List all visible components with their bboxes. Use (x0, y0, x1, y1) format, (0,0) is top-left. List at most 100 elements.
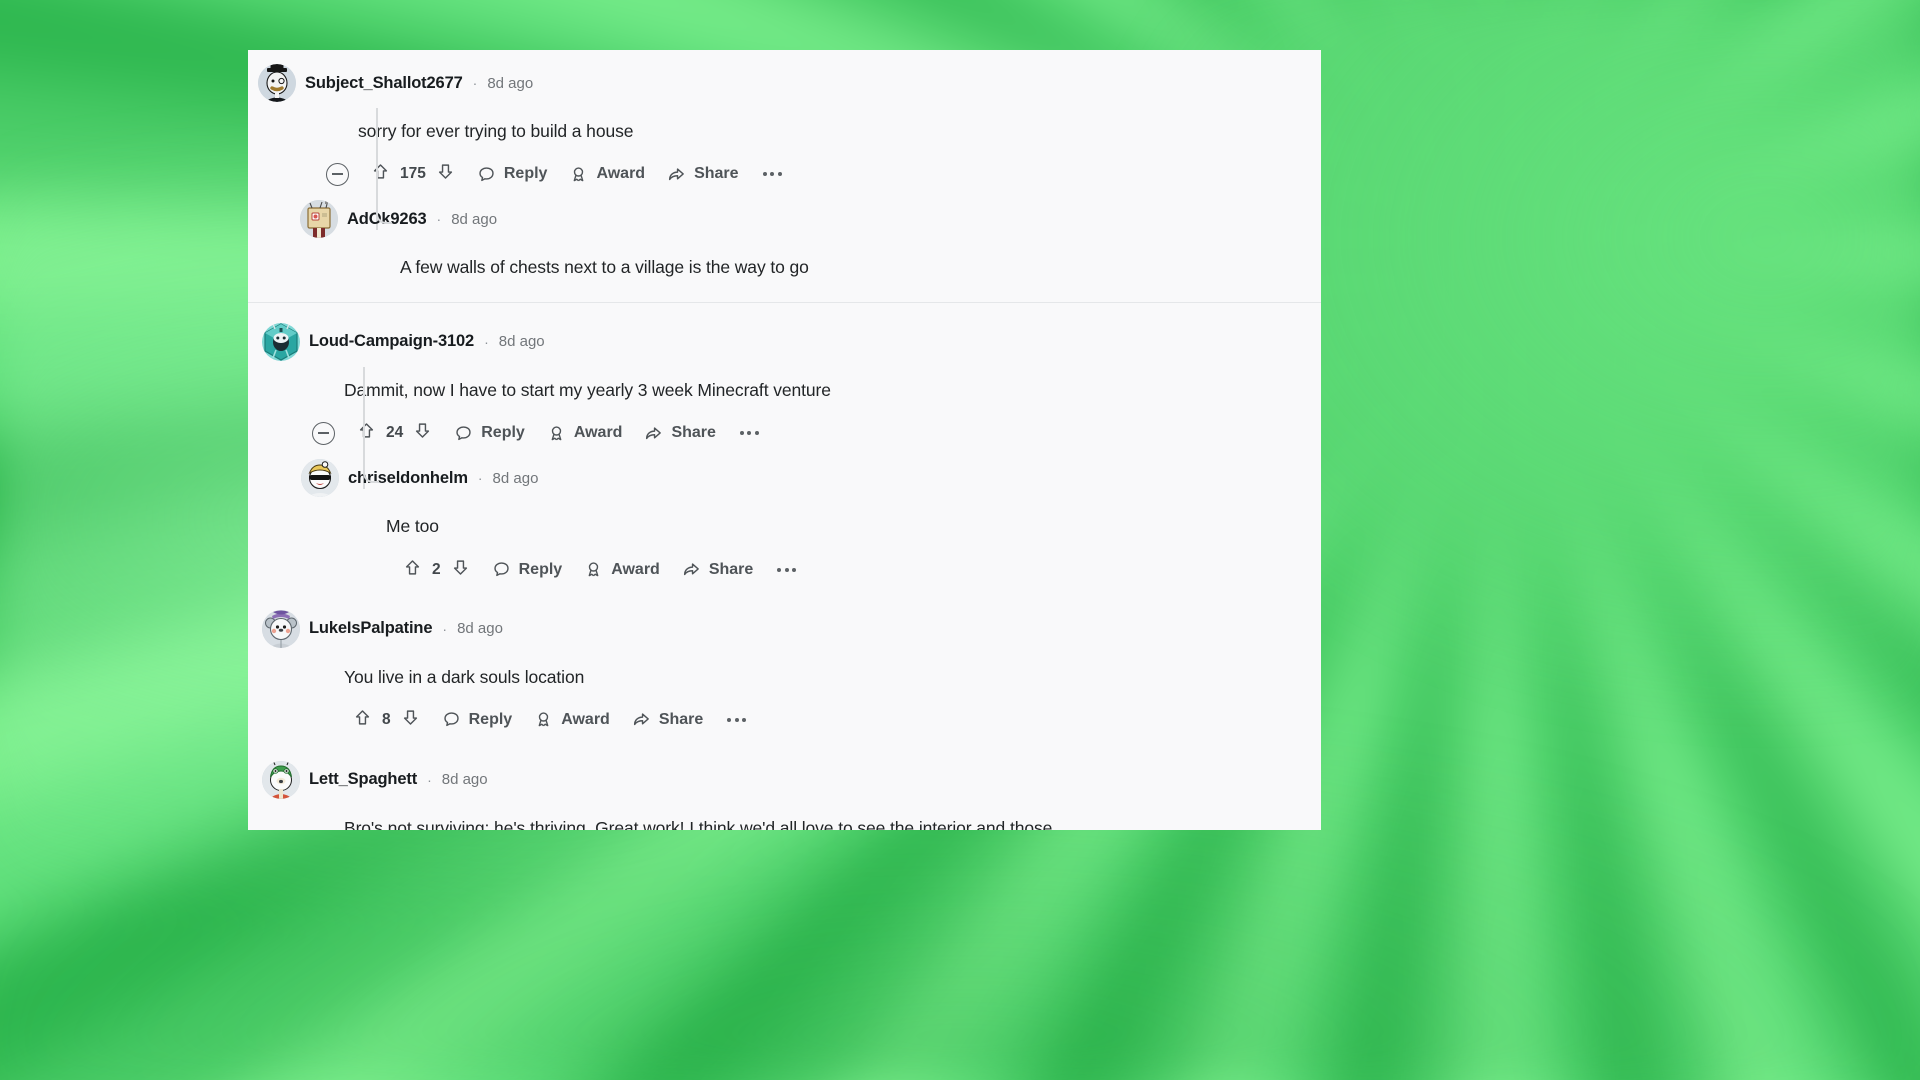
comment-timestamp: 8d ago (441, 771, 488, 789)
reply-button[interactable]: Reply (454, 424, 525, 443)
award-label: Award (573, 424, 623, 442)
downvote-icon[interactable] (401, 708, 420, 732)
vote-count: 8 (382, 710, 391, 728)
vote-count: 175 (400, 165, 426, 183)
comment-header: chriseldonhelm · 8d ago (301, 459, 1321, 498)
comment-timestamp: 8d ago (492, 469, 539, 487)
reply-label: Reply (518, 560, 563, 578)
share-button[interactable]: Share (644, 424, 716, 443)
vote-group: 24 (357, 421, 432, 445)
vote-group: 175 (371, 162, 455, 186)
avatar[interactable] (300, 200, 338, 239)
upvote-icon[interactable] (357, 421, 376, 445)
more-options-button[interactable] (761, 172, 784, 177)
share-arrow-icon (682, 560, 701, 579)
award-label: Award (561, 710, 610, 728)
comment-actions: 175 Reply Award Share (326, 162, 1321, 186)
comment-body: You live in a dark souls location (344, 666, 585, 687)
comment-actions: 8 Reply Award Share (353, 708, 1321, 732)
award-button[interactable]: Award (584, 560, 660, 579)
separator: · (427, 771, 432, 788)
share-label: Share (694, 165, 739, 183)
comment-bubble-icon (492, 560, 511, 579)
separator: · (442, 620, 448, 637)
separator: · (477, 470, 483, 487)
avatar[interactable] (262, 760, 300, 799)
downvote-icon[interactable] (413, 421, 432, 445)
award-ribbon-icon (534, 710, 553, 729)
separator: · (436, 211, 442, 228)
share-label: Share (671, 424, 716, 442)
comment: Subject_Shallot2677 · 8d ago sorry for e… (248, 64, 1321, 230)
comment-bubble-icon (442, 710, 461, 729)
more-options-button[interactable] (738, 431, 761, 436)
separator: · (484, 333, 489, 350)
comment-username[interactable]: LukeIsPalpatine (309, 619, 433, 638)
downvote-icon[interactable] (436, 162, 455, 186)
comment-body: Bro's not surviving; he's thriving. Grea… (344, 817, 1053, 830)
award-button[interactable]: Award (534, 710, 610, 729)
share-arrow-icon (632, 710, 651, 729)
reply-label: Reply (503, 165, 548, 183)
vote-group: 8 (353, 708, 420, 732)
comment-body: Me too (386, 516, 439, 537)
share-arrow-icon (644, 424, 663, 443)
collapse-thread-button[interactable] (312, 421, 335, 445)
award-ribbon-icon (569, 165, 588, 184)
vote-group: 2 (403, 558, 470, 582)
comment-thread: Subject_Shallot2677 · 8d ago sorry for e… (248, 50, 1321, 303)
reply-button[interactable]: Reply (492, 560, 563, 579)
reply-button[interactable]: Reply (477, 165, 548, 184)
comment-body: Dammit, now I have to start my yearly 3 … (344, 379, 831, 400)
award-button[interactable]: Award (547, 424, 623, 443)
separator: · (472, 75, 478, 91)
upvote-icon[interactable] (353, 708, 372, 732)
avatar[interactable] (262, 322, 300, 361)
share-button[interactable]: Share (682, 560, 753, 579)
comment-username[interactable]: Loud-Campaign-3102 (309, 332, 474, 351)
comment-header: Lett_Spaghett · 8d ago (262, 760, 1321, 799)
share-arrow-icon (667, 165, 686, 184)
award-label: Award (611, 560, 660, 578)
avatar[interactable] (301, 459, 339, 498)
comment-username[interactable]: Lett_Spaghett (309, 770, 417, 789)
comment-username[interactable]: Subject_Shallot2677 (305, 74, 463, 93)
comments-card: Subject_Shallot2677 · 8d ago sorry for e… (248, 50, 1321, 830)
share-label: Share (708, 560, 754, 578)
comment: Loud-Campaign-3102 · 8d ago Dammit, now … (248, 322, 1321, 489)
comment-thread: Loud-Campaign-3102 · 8d ago Dammit, now … (248, 303, 1321, 582)
comment-bubble-icon (454, 424, 473, 443)
upvote-icon[interactable] (371, 162, 390, 186)
award-ribbon-icon (547, 424, 566, 443)
comment-actions: 24 Reply Award Share (312, 421, 1321, 445)
upvote-icon[interactable] (403, 558, 422, 582)
comment-thread: Lett_Spaghett · 8d ago Bro's not survivi… (248, 732, 1321, 830)
reply-label: Reply (481, 424, 525, 442)
avatar[interactable] (262, 609, 300, 648)
thread-elbow (363, 445, 379, 484)
comment-timestamp: 8d ago (487, 74, 534, 92)
share-label: Share (658, 710, 704, 728)
comment-body: A few walls of chests next to a village … (400, 257, 809, 278)
comment-header: Loud-Campaign-3102 · 8d ago (262, 322, 1321, 361)
avatar[interactable] (258, 64, 296, 102)
comment-timestamp: 8d ago (498, 333, 545, 351)
award-button[interactable]: Award (569, 165, 645, 184)
comment-header: LukeIsPalpatine · 8d ago (262, 609, 1321, 648)
comment-header: AdOk9263 · 8d ago (300, 200, 1321, 239)
vote-count: 2 (432, 560, 441, 578)
comment-body: sorry for ever trying to build a house (358, 121, 634, 141)
more-options-button[interactable] (775, 567, 798, 572)
share-button[interactable]: Share (667, 165, 739, 184)
comment-header: Subject_Shallot2677 · 8d ago (258, 64, 1321, 102)
comment: Lett_Spaghett · 8d ago Bro's not survivi… (248, 760, 1321, 830)
award-ribbon-icon (584, 560, 603, 579)
collapse-thread-button[interactable] (326, 162, 349, 186)
more-options-button[interactable] (725, 717, 748, 722)
vote-count: 24 (386, 424, 404, 442)
comment-timestamp: 8d ago (457, 620, 503, 637)
comment-timestamp: 8d ago (451, 210, 498, 228)
share-button[interactable]: Share (632, 710, 703, 729)
reply-button[interactable]: Reply (442, 710, 512, 729)
downvote-icon[interactable] (451, 558, 470, 582)
